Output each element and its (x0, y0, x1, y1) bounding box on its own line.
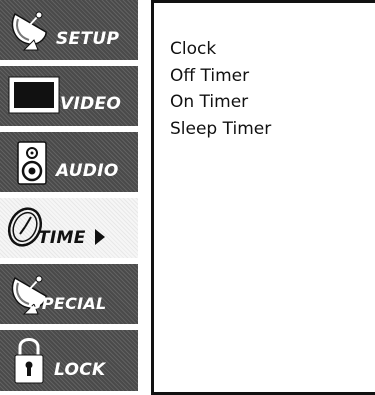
menu-item-special-label: SPECIAL (30, 294, 107, 313)
menu-item-lock[interactable]: LOCK (0, 330, 138, 391)
menu-item-audio[interactable]: AUDIO (0, 132, 138, 194)
main-menu: SETUP VIDEO AUDIO TIME SPECIAL LOCK (0, 0, 138, 391)
menu-item-time[interactable]: TIME (0, 198, 138, 260)
menu-item-setup[interactable]: SETUP (0, 0, 138, 62)
time-options-list: Clock Off Timer On Timer Sleep Timer (170, 36, 271, 142)
menu-item-setup-label: SETUP (56, 29, 120, 49)
padlock-icon (14, 338, 44, 384)
menu-item-video[interactable]: VIDEO (0, 66, 138, 128)
satellite-dish-icon (11, 11, 47, 51)
option-clock[interactable]: Clock (170, 36, 271, 63)
option-off-timer[interactable]: Off Timer (170, 63, 271, 90)
menu-item-audio-label: AUDIO (56, 161, 119, 181)
menu-item-video-label: VIDEO (60, 94, 122, 114)
menu-item-lock-label: LOCK (54, 360, 106, 380)
menu-item-special[interactable]: SPECIAL (0, 264, 138, 326)
option-on-timer[interactable]: On Timer (170, 89, 271, 116)
menu-item-time-label: TIME (38, 228, 86, 248)
time-submenu-panel: Clock Off Timer On Timer Sleep Timer (151, 0, 375, 395)
speaker-icon (17, 141, 47, 185)
selection-arrow-icon (95, 229, 105, 245)
tv-screen-icon (8, 76, 60, 114)
option-sleep-timer[interactable]: Sleep Timer (170, 116, 271, 143)
